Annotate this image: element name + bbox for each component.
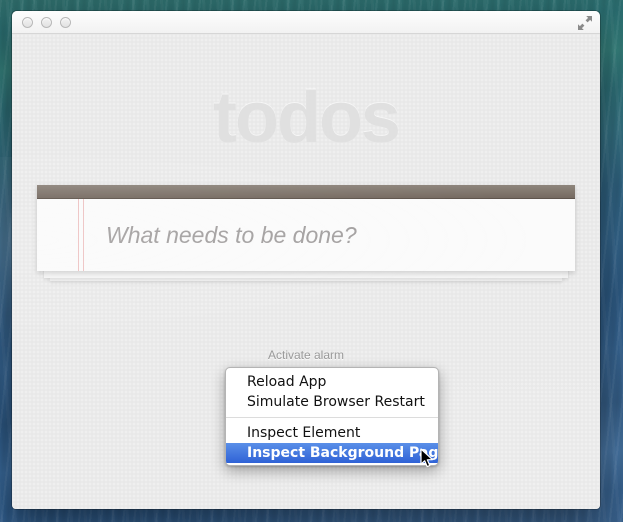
fullscreen-expand-icon-svg — [577, 15, 593, 31]
menu-item-inspect-background-page[interactable]: Inspect Background Page — [226, 443, 438, 463]
todo-card-topbar — [37, 185, 575, 199]
activate-alarm-link[interactable]: Activate alarm — [12, 348, 600, 362]
close-button[interactable] — [22, 17, 33, 28]
menu-item-inspect-element[interactable]: Inspect Element — [226, 423, 438, 443]
zoom-button[interactable] — [60, 17, 71, 28]
todo-card — [37, 185, 575, 271]
fullscreen-expand-icon[interactable] — [577, 15, 593, 31]
desktop-background: todos Activate alarm Reload App Simulate… — [0, 0, 623, 522]
minimize-button[interactable] — [41, 17, 52, 28]
new-todo-input[interactable] — [37, 199, 575, 271]
menu-separator — [226, 417, 438, 418]
notebook-margin-rule-right — [83, 199, 84, 271]
page-title: todos — [12, 34, 600, 154]
traffic-light-group — [22, 17, 71, 28]
notebook-margin-rule-left — [78, 199, 79, 271]
menu-item-simulate-browser-restart[interactable]: Simulate Browser Restart — [226, 392, 438, 412]
context-menu: Reload App Simulate Browser Restart Insp… — [225, 367, 439, 466]
app-content-area: todos Activate alarm Reload App Simulate… — [12, 34, 600, 509]
new-todo-row — [37, 199, 575, 271]
window-titlebar — [12, 11, 600, 34]
menu-item-reload-app[interactable]: Reload App — [226, 372, 438, 392]
app-window: todos Activate alarm Reload App Simulate… — [12, 11, 600, 509]
